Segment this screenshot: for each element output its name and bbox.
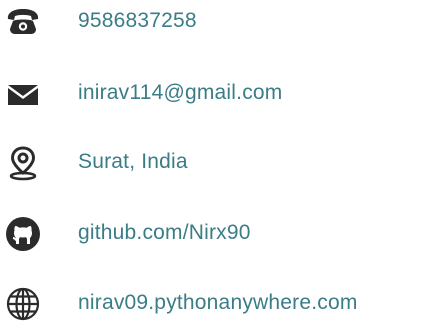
github-icon [4,216,42,252]
phone-number: 9586837258 [78,9,197,32]
contact-row-location: Surat, India [0,143,430,183]
contact-list: 9586837258 inirav114@gmail.com Surat, In… [0,0,430,323]
phone-icon [4,4,42,40]
email-link[interactable]: inirav114@gmail.com [78,78,282,108]
location-pin-icon [4,145,42,181]
contact-row-phone: 9586837258 [0,2,430,42]
globe-icon [4,286,42,322]
contact-row-github: github.com/Nirx90 [0,214,430,254]
website-link[interactable]: nirav09.pythonanywhere.com [78,288,358,318]
mail-icon [4,76,42,112]
contact-row-website: nirav09.pythonanywhere.com [0,284,430,324]
contact-row-email: inirav114@gmail.com [0,74,430,114]
github-link[interactable]: github.com/Nirx90 [78,218,251,248]
location-text: Surat, India [78,150,188,173]
